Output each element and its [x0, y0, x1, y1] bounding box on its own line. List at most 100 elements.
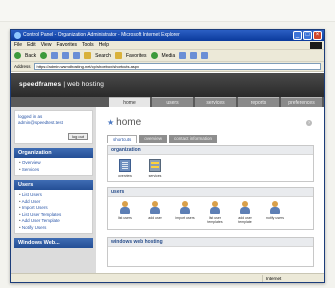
import-users-icon	[179, 201, 191, 214]
home-icon[interactable]	[73, 52, 81, 59]
tab-home[interactable]: home	[109, 97, 150, 107]
toolbar: Back Search Favorites Media	[11, 50, 324, 62]
address-input[interactable]: https://admin.wsmdhosting.net/cp/shoebox…	[33, 63, 321, 70]
panel-users: users list users add user import users l…	[107, 187, 314, 230]
panel-users-icons: list users add user import users list us…	[108, 197, 313, 228]
menu-help[interactable]: Help	[99, 41, 109, 49]
favorites-button[interactable]: Favorites	[126, 50, 147, 62]
menu-edit[interactable]: Edit	[27, 41, 36, 49]
shortcut-overview-label: overview	[118, 174, 132, 178]
menu-tools[interactable]: Tools	[82, 41, 94, 49]
media-button[interactable]: Media	[162, 50, 176, 62]
top-band	[0, 0, 335, 22]
user-icon	[119, 201, 131, 214]
subtab-shortcuts[interactable]: shortcuts	[107, 135, 138, 143]
page-title-text: home	[116, 117, 142, 128]
sidebar-section-organization[interactable]: Organization	[14, 148, 93, 158]
windows-logo-icon	[310, 42, 322, 49]
add-user-template-icon	[239, 201, 251, 214]
page-background: Control Panel - Organization Administrat…	[0, 0, 335, 288]
shortcut-add-user-template[interactable]: add user template	[234, 201, 256, 224]
panel-windows-title: windows web hosting	[108, 238, 313, 247]
print-icon[interactable]	[201, 52, 209, 59]
shortcut-notify-users-label: notify users	[266, 216, 284, 220]
favorites-icon[interactable]	[114, 52, 122, 59]
search-button[interactable]: Search	[95, 50, 111, 62]
panel-organization: organization overview services	[107, 145, 314, 182]
search-icon[interactable]	[84, 52, 92, 59]
browser-window: Control Panel - Organization Administrat…	[10, 29, 325, 283]
back-icon[interactable]	[14, 52, 21, 59]
minimize-button[interactable]: _	[293, 31, 302, 40]
panel-organization-title: organization	[108, 146, 313, 155]
menu-view[interactable]: View	[41, 41, 52, 49]
shortcut-list-users[interactable]: list users	[114, 201, 136, 224]
panel-users-title: users	[108, 188, 313, 197]
window-title: Control Panel - Organization Administrat…	[23, 32, 180, 38]
sidebar-item-notify-users[interactable]: Notify Users	[19, 225, 88, 232]
main-area: ★ home ? shortcuts overview contact infor…	[103, 107, 324, 273]
tab-services[interactable]: services	[195, 97, 236, 107]
user-templates-icon	[209, 201, 221, 214]
sidebar: logged in as admin@speedtest.test log ou…	[11, 107, 96, 273]
main-tabs: home users services reports preferences	[109, 97, 322, 107]
tab-users[interactable]: users	[152, 97, 193, 107]
shortcut-add-user[interactable]: add user	[144, 201, 166, 224]
mail-icon[interactable]	[190, 52, 198, 59]
server-icon	[149, 159, 161, 172]
site-banner: speedframes | web hosting	[11, 73, 324, 97]
star-icon: ★	[107, 118, 115, 127]
subtab-overview[interactable]: overview	[139, 135, 168, 143]
window-controls: _ □ ×	[293, 31, 322, 40]
page-title: ★ home	[107, 117, 141, 128]
shortcut-import-users-label: import users	[175, 216, 195, 220]
menu-file[interactable]: File	[14, 41, 22, 49]
panel-windows-web-hosting: windows web hosting	[107, 237, 314, 267]
shortcut-list-user-templates-label: list user templates	[207, 216, 223, 224]
tab-preferences[interactable]: preferences	[281, 97, 322, 107]
page-content: speedframes | web hosting home users ser…	[11, 73, 324, 273]
sidebar-users-list: List Users Add User Import Users List Us…	[14, 190, 93, 234]
address-label: Address	[14, 63, 31, 69]
sidebar-organization-list: Overview Services	[14, 158, 93, 176]
brand-tagline: | web hosting	[61, 81, 105, 88]
building-icon	[119, 159, 131, 172]
address-bar: Address https://admin.wsmdhosting.net/cp…	[11, 62, 324, 72]
ie-icon	[14, 32, 21, 39]
refresh-icon[interactable]	[62, 52, 70, 59]
login-box: logged in as admin@speedtest.test log ou…	[14, 110, 93, 144]
tab-reports[interactable]: reports	[238, 97, 279, 107]
notify-users-icon	[269, 201, 281, 214]
shortcut-list-user-templates[interactable]: list user templates	[204, 201, 226, 224]
status-bar: Internet	[11, 273, 324, 282]
sidebar-section-users[interactable]: Users	[14, 180, 93, 190]
sidebar-item-services[interactable]: Services	[19, 167, 88, 174]
menu-favorites[interactable]: Favorites	[56, 41, 77, 49]
shortcut-list-users-label: list users	[118, 216, 132, 220]
subtab-contact-information[interactable]: contact information	[169, 135, 218, 143]
brand-name: speedframes	[19, 81, 62, 88]
sub-tabs: shortcuts overview contact information	[107, 135, 218, 143]
shortcut-overview[interactable]: overview	[114, 159, 136, 178]
media-icon[interactable]	[150, 52, 158, 59]
panel-organization-icons: overview services	[108, 155, 313, 182]
shortcut-services-label: services	[148, 174, 162, 178]
history-icon[interactable]	[179, 52, 187, 59]
menu-bar: File Edit View Favorites Tools Help	[11, 41, 324, 50]
shortcut-notify-users[interactable]: notify users	[264, 201, 286, 224]
login-user: admin@speedtest.test	[18, 120, 63, 125]
back-button[interactable]: Back	[25, 50, 36, 62]
sidebar-section-windows[interactable]: Windows Web...	[14, 238, 93, 248]
forward-icon[interactable]	[40, 52, 48, 59]
stop-icon[interactable]	[51, 52, 59, 59]
shortcut-add-user-label: add user	[148, 216, 162, 220]
close-button[interactable]: ×	[313, 31, 322, 40]
title-bar: Control Panel - Organization Administrat…	[11, 30, 324, 41]
shortcut-services[interactable]: services	[144, 159, 166, 178]
logout-button[interactable]: log out	[68, 133, 88, 140]
maximize-button[interactable]: □	[303, 31, 312, 40]
shortcut-import-users[interactable]: import users	[174, 201, 196, 224]
add-user-icon	[149, 201, 161, 214]
shortcut-add-user-template-label: add user template	[238, 216, 252, 224]
help-icon[interactable]: ?	[306, 120, 312, 126]
